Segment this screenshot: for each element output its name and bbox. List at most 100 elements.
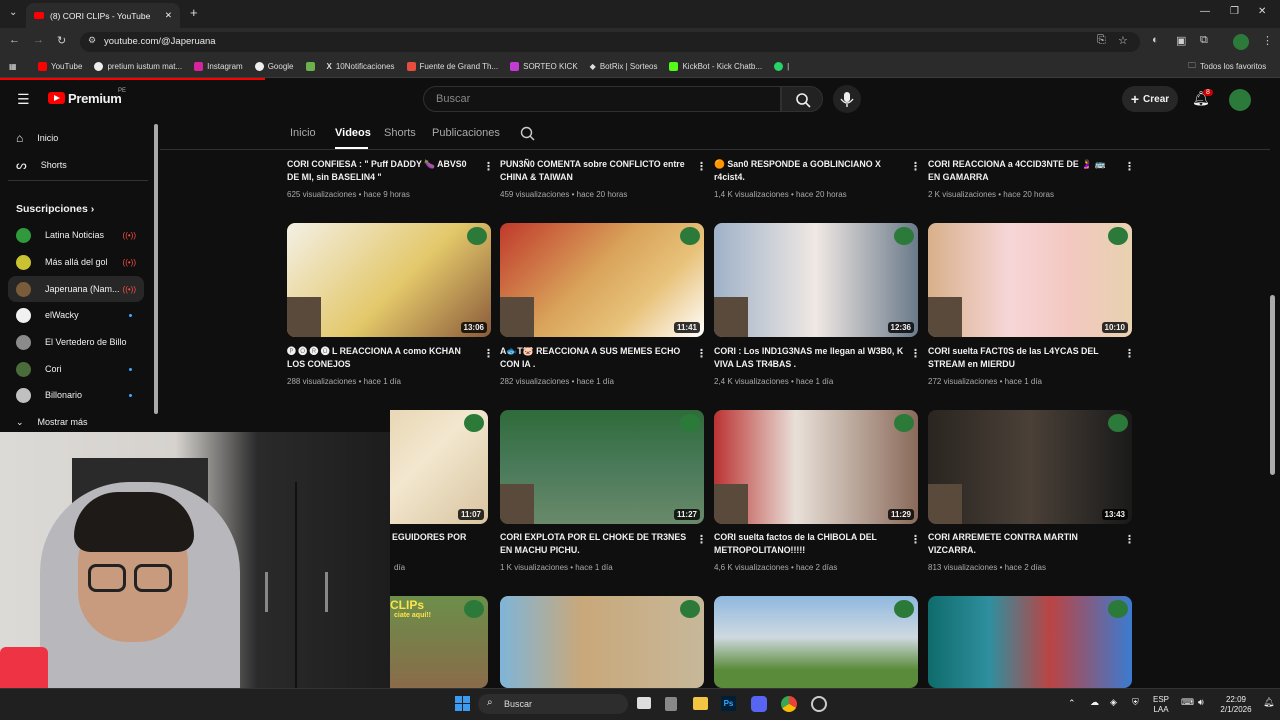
video-thumbnail[interactable]: 11:29 <box>714 410 918 524</box>
reload-icon[interactable]: ↻ <box>57 34 66 47</box>
account-avatar[interactable] <box>1229 89 1251 111</box>
minimize-icon[interactable]: — <box>1200 6 1210 17</box>
video-title[interactable]: CORI suelta FACT0S de las L4YCAS DEL STR… <box>928 345 1118 371</box>
apps-icon[interactable]: ▦ <box>0 62 38 71</box>
volume-icon[interactable]: 🔊︎ <box>1198 697 1204 708</box>
task-view-icon[interactable] <box>637 697 651 709</box>
site-info-icon[interactable]: ⚙ <box>88 35 96 46</box>
bookmark-youtube[interactable]: YouTube <box>38 62 82 71</box>
chrome-icon[interactable] <box>781 696 797 712</box>
video-thumbnail[interactable]: 13:06 <box>287 223 491 337</box>
sidebar-channel[interactable]: Japeruana (Nam... ((•)) <box>8 276 144 302</box>
video-title[interactable]: CORI ARREMETE CONTRA MARTIN VIZCARRA. <box>928 531 1118 557</box>
close-tab-icon[interactable]: ✕ <box>165 10 172 21</box>
video-thumbnail[interactable]: 13:43 <box>928 410 1132 524</box>
video-menu-icon[interactable]: ⋮ <box>910 160 921 173</box>
tab-shorts[interactable]: Shorts <box>384 127 416 139</box>
bookmark-google[interactable]: Google <box>254 62 294 71</box>
video-title[interactable]: A🐟T🐷 REACCIONA A SUS MEMES ECHO CON IA . <box>500 345 690 371</box>
clock[interactable]: 22:09 2/1/2026 <box>1214 695 1258 715</box>
sidebar-item-home[interactable]: ⌂ Inicio <box>8 125 144 151</box>
bookmark-star-icon[interactable]: ☆ <box>1118 34 1128 47</box>
sidebar-channel[interactable]: El Vertedero de Billo <box>8 329 144 355</box>
tab-videos[interactable]: Videos <box>335 127 371 139</box>
bookmark-x-notifs[interactable]: X 10Notificaciones <box>327 62 395 71</box>
tray-app-icon[interactable]: ◈ <box>1110 697 1117 708</box>
video-menu-icon[interactable]: ⋮ <box>910 347 921 360</box>
extensions-puzzle-icon[interactable]: ⧉ <box>1200 34 1208 47</box>
video-title[interactable]: 🟠 San0 RESPONDE a GOBLINCIANO X r4cist4. <box>714 158 904 184</box>
bookmark-kickbot[interactable]: KickBot - Kick Chatb... <box>669 62 762 71</box>
bookmark-fuente[interactable]: Fuente de Grand Th... <box>406 62 498 71</box>
video-title[interactable]: CORI REACCIONA a 4CCID3NTE DE 🤰 🚌 EN GAM… <box>928 158 1118 184</box>
video-title[interactable]: CORI suelta factos de la CHIBOLA DEL MET… <box>714 531 904 557</box>
video-thumbnail-partial[interactable]: 11:07 <box>390 410 488 524</box>
menu-dots-icon[interactable]: ⋮ <box>1262 34 1273 47</box>
sidebar-scrollbar[interactable] <box>154 124 158 414</box>
video-title[interactable]: CORI EXPLOTA POR EL CHOKE DE TR3NES EN M… <box>500 531 690 557</box>
video-menu-icon[interactable]: ⋮ <box>483 347 494 360</box>
new-tab-icon[interactable]: + <box>190 5 198 20</box>
network-icon[interactable]: ⌨ <box>1181 697 1194 708</box>
video-menu-icon[interactable]: ⋮ <box>910 533 921 546</box>
video-menu-icon[interactable]: ⋮ <box>696 347 707 360</box>
video-title[interactable]: 🅟 🅞 🅡 🅞 L REACCIONA A como KCHAN LOS CON… <box>287 345 477 371</box>
create-button[interactable]: + Crear <box>1122 86 1178 112</box>
sidebar-channel[interactable]: Cori <box>8 356 144 382</box>
language-indicator[interactable]: ESP LAA <box>1150 695 1172 715</box>
sidebar-channel[interactable]: elWacky <box>8 302 144 328</box>
sidebar-channel[interactable]: Latina Noticias ((•)) <box>8 222 144 248</box>
all-bookmarks[interactable]: 🗀 Todos los favoritos <box>1188 60 1266 74</box>
tab-search-icon[interactable]: ⌄ <box>9 7 17 18</box>
video-thumbnail[interactable]: 11:27 <box>500 410 704 524</box>
back-icon[interactable]: ← <box>9 34 20 46</box>
discord-icon[interactable] <box>751 696 767 712</box>
forward-icon[interactable]: → <box>33 34 44 46</box>
browser-tab[interactable]: (8) CORI CLIPs - YouTube ✕ <box>26 3 180 28</box>
bookmark-pinwheel[interactable] <box>305 62 315 71</box>
tray-chevron-icon[interactable]: ⌃ <box>1068 698 1076 709</box>
video-menu-icon[interactable]: ⋮ <box>483 160 494 173</box>
search-input[interactable]: Buscar <box>423 86 781 112</box>
hamburger-menu-icon[interactable]: ☰ <box>17 91 30 108</box>
video-menu-icon[interactable]: ⋮ <box>696 533 707 546</box>
file-explorer-icon[interactable] <box>693 697 708 710</box>
video-menu-icon[interactable]: ⋮ <box>1124 533 1135 546</box>
bookmark-sorteo-kick[interactable]: SORTEO KICK <box>510 62 578 71</box>
close-window-icon[interactable]: ✕ <box>1258 6 1266 17</box>
extension-icon[interactable]: ◐ <box>1152 34 1159 46</box>
video-thumbnail[interactable]: 10:10 <box>928 223 1132 337</box>
bookmark-instagram[interactable]: Instagram <box>194 62 243 71</box>
address-bar[interactable]: youtube.com/@Japeruana <box>80 32 1140 52</box>
subscriptions-heading[interactable]: Suscripciones › <box>16 203 94 215</box>
restore-icon[interactable]: ❐ <box>1230 6 1239 17</box>
notification-center-icon[interactable]: 🔔︎ <box>1263 697 1274 708</box>
taskbar-search[interactable]: Buscar <box>478 694 628 714</box>
video-thumbnail[interactable] <box>500 596 704 688</box>
bookmark-pretium[interactable]: pretium iustum mat... <box>94 62 182 71</box>
extension2-icon[interactable]: ▣ <box>1176 34 1186 47</box>
obs-icon[interactable] <box>811 696 827 712</box>
video-title-partial[interactable]: EGUIDORES POR <box>392 532 466 542</box>
sidebar-channel[interactable]: Billonario <box>8 382 144 408</box>
video-title[interactable]: PUN3Ñ0 COMENTA sobre CONFLICTO entre CHI… <box>500 158 690 184</box>
tab-posts[interactable]: Publicaciones <box>432 127 500 139</box>
search-button[interactable] <box>781 86 823 112</box>
install-icon[interactable]: ⎘ <box>1097 34 1106 47</box>
channel-search-icon[interactable] <box>520 126 536 147</box>
windows-start-icon[interactable] <box>455 696 470 711</box>
video-thumbnail[interactable]: 11:41 <box>500 223 704 337</box>
tray-shield-icon[interactable]: ⛨ <box>1132 697 1139 708</box>
video-thumbnail-partial[interactable]: CLIPs ciate aquí!! <box>390 596 488 688</box>
video-title[interactable]: CORI : Los IND1G3NAS me llegan al W3B0, … <box>714 345 904 371</box>
video-title[interactable]: CORI CONFIESA : " Puff DADDY 🍆 ABVS0 DE … <box>287 158 477 184</box>
logo-text[interactable]: Premium <box>68 91 122 106</box>
bookmark-whatsapp[interactable]: | <box>774 62 789 71</box>
taskbar-app-icon[interactable] <box>665 697 677 711</box>
tab-home[interactable]: Inicio <box>290 127 316 139</box>
video-thumbnail[interactable] <box>928 596 1132 688</box>
sidebar-item-shorts[interactable]: ᔕ Shorts <box>8 152 144 178</box>
video-thumbnail[interactable]: 12:36 <box>714 223 918 337</box>
page-scrollbar[interactable] <box>1270 295 1275 475</box>
video-menu-icon[interactable]: ⋮ <box>1124 347 1135 360</box>
